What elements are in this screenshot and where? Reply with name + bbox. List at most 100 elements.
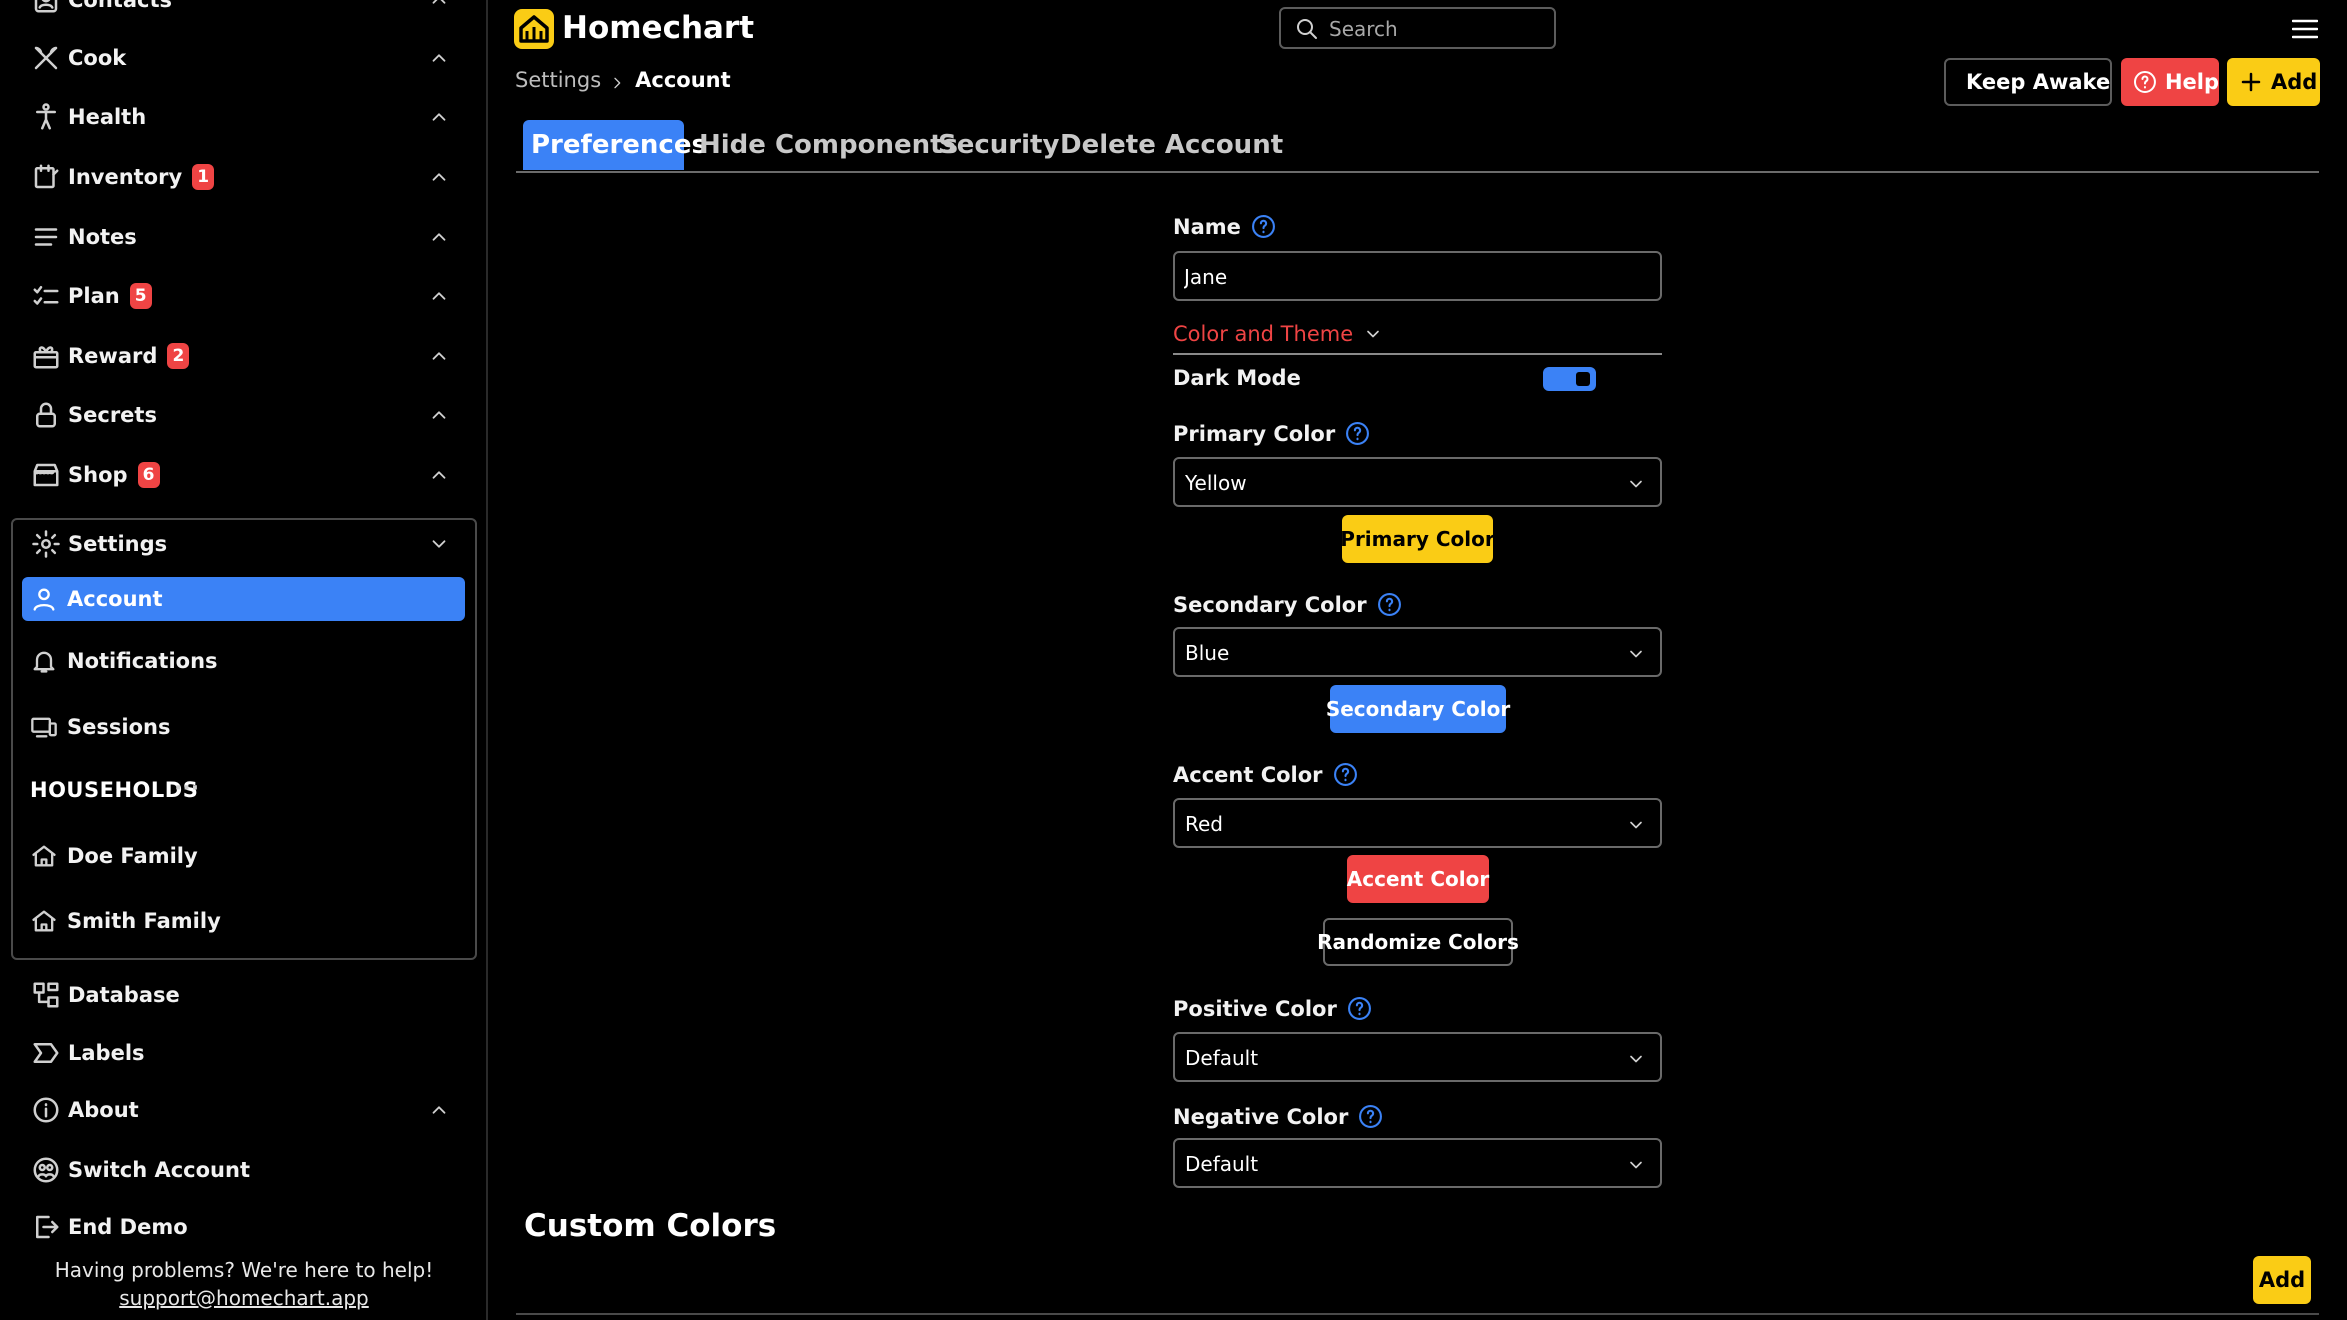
chevron-up-icon[interactable] <box>428 404 450 426</box>
tag-icon <box>31 1038 61 1068</box>
cook-icon <box>31 43 61 73</box>
add-button[interactable]: Add <box>2227 58 2320 106</box>
primary-color-select[interactable]: Yellow <box>1173 457 1662 507</box>
households-more-button[interactable]: ··· <box>174 776 199 801</box>
chevron-up-icon[interactable] <box>428 106 450 128</box>
color-theme-toggle[interactable]: Color and Theme <box>1173 322 1383 346</box>
chevron-up-icon[interactable] <box>428 464 450 486</box>
sidebar-item-labels[interactable]: Labels <box>0 1025 488 1081</box>
search-box[interactable] <box>1279 7 1556 49</box>
breadcrumb-settings[interactable]: Settings <box>515 68 601 92</box>
name-field[interactable] <box>1173 251 1662 301</box>
tab-hide-components[interactable]: Hide Components <box>691 120 966 170</box>
app-title[interactable]: Homechart <box>562 10 754 46</box>
sidebar-item-end-demo[interactable]: End Demo <box>0 1199 488 1255</box>
sidebar-item-label: About <box>68 1098 139 1122</box>
keep-awake-button[interactable]: Keep Awake <box>1944 58 2112 106</box>
help-text: Having problems? We're here to help! <box>54 1258 434 1282</box>
tab-preferences[interactable]: Preferences <box>523 120 707 170</box>
sidebar-item-household[interactable]: Doe Family <box>0 829 488 883</box>
sidebar-item-account[interactable]: Account <box>22 577 465 621</box>
accent-color-preview-button[interactable]: Accent Color <box>1347 855 1489 903</box>
bell-icon <box>30 647 58 675</box>
exit-icon <box>31 1212 61 1242</box>
accent-color-select[interactable]: Red <box>1173 798 1662 848</box>
tab-security[interactable]: Security <box>930 120 1067 170</box>
accent-color-label-text: Accent Color <box>1173 762 1323 787</box>
sidebar-item-health[interactable]: Health <box>0 89 488 145</box>
chevron-down-icon <box>1626 1049 1646 1069</box>
tab-delete-account[interactable]: Delete Account <box>1052 120 1291 170</box>
accent-color-value: Red <box>1185 812 1223 836</box>
sidebar-item-database[interactable]: Database <box>0 967 488 1023</box>
help-circle-icon[interactable] <box>1377 592 1402 617</box>
lock-icon <box>31 400 61 430</box>
primary-color-preview-button[interactable]: Primary Color <box>1340 515 1495 563</box>
sidebar-item-household[interactable]: Smith Family <box>0 894 488 948</box>
count-badge: 5 <box>129 283 152 309</box>
sidebar: Contacts Cook Health Inventory 1 Notes Pl… <box>0 0 488 1320</box>
user-icon <box>30 585 58 613</box>
chevron-up-icon[interactable] <box>428 0 450 11</box>
secondary-color-value: Blue <box>1185 641 1230 665</box>
help-button[interactable]: Help <box>2121 58 2219 106</box>
help-circle-icon[interactable] <box>1251 214 1276 239</box>
breadcrumb: Settings Account <box>515 68 731 92</box>
switch-knob <box>1576 372 1590 386</box>
sidebar-item-settings[interactable]: Settings <box>0 516 488 572</box>
sidebar-item-switch-account[interactable]: Switch Account <box>0 1142 488 1198</box>
randomize-colors-button[interactable]: Randomize Colors <box>1317 918 1519 966</box>
chevron-down-icon[interactable] <box>428 533 450 555</box>
positive-color-label: Positive Color <box>1173 996 1372 1021</box>
question-circle-icon <box>2133 70 2157 94</box>
chevron-up-icon[interactable] <box>428 1099 450 1121</box>
chevron-down-icon <box>1626 474 1646 494</box>
sidebar-item-notes[interactable]: Notes <box>0 209 488 265</box>
name-input[interactable] <box>1184 263 1644 291</box>
help-circle-icon[interactable] <box>1347 996 1372 1021</box>
gear-icon <box>31 529 61 559</box>
house-logo-icon <box>519 15 549 43</box>
support-email-link[interactable]: support@homechart.app <box>0 1286 488 1310</box>
help-label: Help <box>2164 70 2219 94</box>
homechart-logo[interactable] <box>514 9 554 49</box>
sidebar-item-label: Settings <box>68 532 168 556</box>
sidebar-item-about[interactable]: About <box>0 1082 488 1138</box>
sidebar-item-sessions[interactable]: Sessions <box>0 700 488 754</box>
chevron-right-icon <box>609 72 625 89</box>
positive-color-select[interactable]: Default <box>1173 1032 1662 1082</box>
negative-color-select[interactable]: Default <box>1173 1138 1662 1188</box>
chevron-down-icon <box>1363 324 1383 344</box>
help-circle-icon[interactable] <box>1345 421 1370 446</box>
sidebar-item-label: Smith Family <box>67 909 221 933</box>
hamburger-menu-icon[interactable] <box>2291 18 2319 40</box>
sidebar-item-contacts[interactable]: Contacts <box>0 0 488 28</box>
sidebar-item-reward[interactable]: Reward 2 <box>0 328 488 384</box>
sidebar-item-notifications[interactable]: Notifications <box>0 634 488 688</box>
help-circle-icon[interactable] <box>1333 762 1358 787</box>
contacts-icon <box>31 0 61 15</box>
chevron-up-icon[interactable] <box>428 226 450 248</box>
plus-icon <box>2239 70 2263 94</box>
sidebar-item-cook[interactable]: Cook <box>0 30 488 86</box>
chevron-up-icon[interactable] <box>428 285 450 307</box>
secondary-color-select[interactable]: Blue <box>1173 627 1662 677</box>
name-label: Name <box>1173 214 1276 239</box>
notes-icon <box>31 222 61 252</box>
add-custom-color-button[interactable]: Add <box>2253 1256 2311 1304</box>
add-label: Add <box>2271 70 2318 94</box>
sidebar-item-plan[interactable]: Plan 5 <box>0 268 488 324</box>
search-input[interactable] <box>1329 14 1544 44</box>
sidebar-item-secrets[interactable]: Secrets <box>0 387 488 443</box>
keep-awake-label: Keep Awake <box>1966 70 2111 94</box>
dark-mode-switch[interactable] <box>1543 367 1596 391</box>
sidebar-item-inventory[interactable]: Inventory 1 <box>0 149 488 205</box>
secondary-color-preview-button[interactable]: Secondary Color <box>1326 685 1510 733</box>
table-top-border <box>516 1313 2319 1315</box>
search-icon <box>1295 17 1319 41</box>
chevron-up-icon[interactable] <box>428 345 450 367</box>
sidebar-item-shop[interactable]: Shop 6 <box>0 447 488 503</box>
help-circle-icon[interactable] <box>1358 1104 1383 1129</box>
chevron-up-icon[interactable] <box>428 166 450 188</box>
chevron-up-icon[interactable] <box>428 47 450 69</box>
